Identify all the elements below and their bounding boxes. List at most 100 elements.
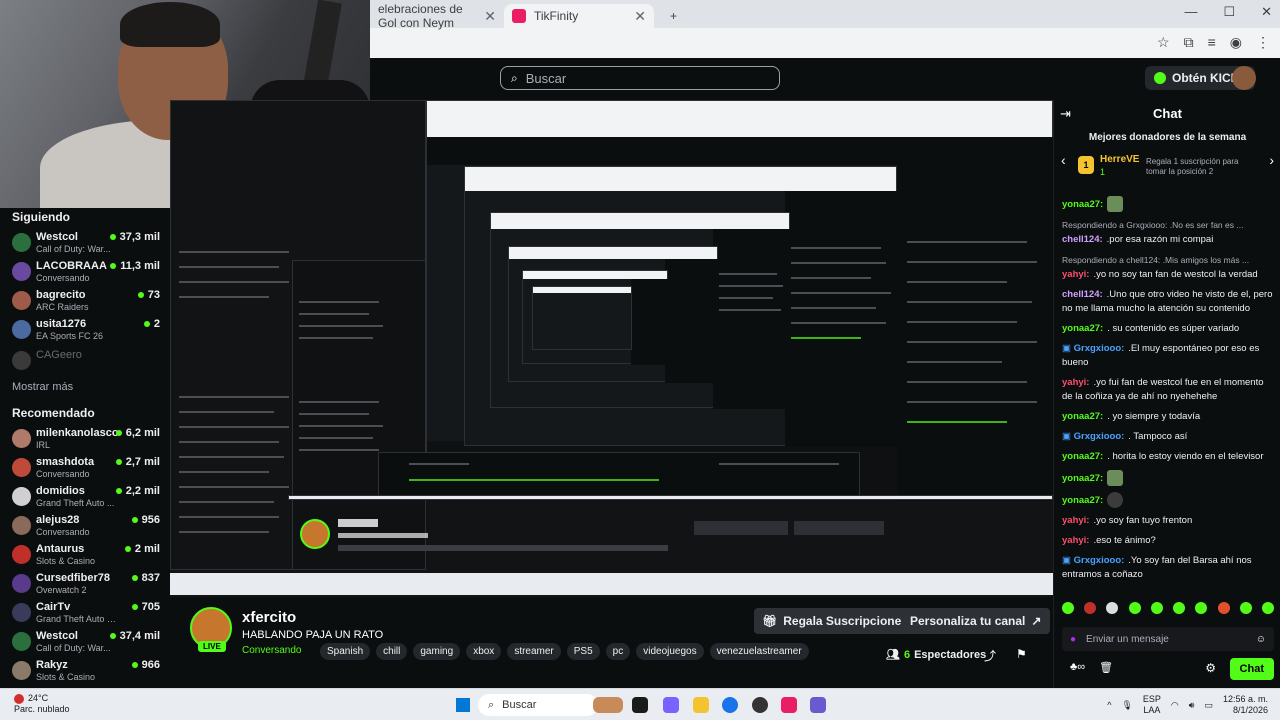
emote-icon[interactable] [1106, 602, 1119, 614]
chat-username[interactable]: Grxgxiooo: [1074, 431, 1125, 442]
sidebar-item-lacobraaa[interactable]: LACOBRAAA Conversando 11,3 mil [0, 258, 170, 287]
windows-start-icon[interactable] [456, 698, 470, 712]
mic-icon[interactable]: ● [1070, 634, 1076, 645]
tag[interactable]: chill [376, 643, 408, 660]
tikfinity-icon[interactable] [781, 697, 797, 713]
tag[interactable]: streamer [507, 643, 561, 660]
channel-name[interactable]: xfercito [242, 609, 296, 626]
clock[interactable]: 12:56 a. m. 8/1/2026 [1223, 694, 1268, 716]
sidebar-item-cageero[interactable]: CAGeero [0, 347, 170, 376]
bookmark-star-icon[interactable]: ☆ [1157, 34, 1170, 51]
chat-username[interactable]: yonaa27: [1062, 199, 1103, 210]
tag[interactable]: xbox [466, 643, 502, 660]
donor-name[interactable]: HerreVE [1100, 154, 1139, 165]
chat-send-button[interactable]: Chat [1229, 658, 1274, 680]
maximize-button[interactable]: ☐ [1223, 4, 1235, 20]
close-window-button[interactable]: ✕ [1261, 4, 1272, 20]
report-icon[interactable]: ⚑ [1016, 647, 1027, 661]
tab-goles[interactable]: elebraciones de Gol con Neym ✕ [370, 2, 504, 30]
chevron-up-icon[interactable]: ^ [1107, 700, 1111, 710]
chat-username[interactable]: chell124: [1062, 234, 1103, 245]
extensions-icon[interactable]: ⧉ [1184, 34, 1194, 51]
users-infinity-icon[interactable]: ♣∞ [1070, 661, 1085, 674]
chat-username[interactable]: yahyi: [1062, 515, 1089, 526]
chat-username[interactable]: Grxgxiooo: [1074, 343, 1125, 354]
stream-category[interactable]: Conversando [242, 645, 301, 656]
sidebar-item-antaurus[interactable]: Antaurus Slots & Casino 2 mil [0, 541, 170, 570]
emote-icon[interactable] [1195, 602, 1208, 614]
close-icon[interactable]: ✕ [634, 8, 646, 25]
chat-username[interactable]: yahyi: [1062, 269, 1089, 280]
chat-username[interactable]: chell124: [1062, 289, 1103, 300]
sidebar-item-cairtv[interactable]: CairTv Grand Theft Auto V (G... 705 [0, 599, 170, 628]
show-more-link[interactable]: Mostrar más [12, 381, 73, 393]
chat-username[interactable]: yonaa27: [1062, 473, 1103, 484]
user-avatar[interactable] [1232, 66, 1256, 90]
emote-icon[interactable] [1239, 602, 1252, 614]
app-icon[interactable] [810, 697, 826, 713]
profile-icon[interactable]: ◉ [1230, 34, 1242, 51]
share-icon[interactable]: ⤴ [984, 647, 996, 664]
chevron-left-icon[interactable]: ‹ [1061, 152, 1066, 168]
chevron-right-icon[interactable]: › [1269, 152, 1274, 168]
wifi-icon[interactable]: ◠ [1171, 700, 1179, 711]
minimize-button[interactable]: — [1184, 4, 1197, 20]
emote-icon[interactable] [1084, 602, 1097, 614]
donor-gift-prompt[interactable]: Regala 1 suscripción para tomar la posic… [1146, 157, 1258, 177]
gear-icon[interactable]: ⚙ [1205, 661, 1216, 675]
menu-icon[interactable]: ⋮ [1256, 34, 1270, 51]
tag[interactable]: pc [605, 643, 631, 660]
sidebar-item-milenkanolasco[interactable]: milenkanolasco IRL 6,2 mil [0, 425, 170, 454]
tag[interactable]: gaming [413, 643, 461, 660]
file-explorer-icon[interactable] [693, 697, 709, 713]
chat-username[interactable]: yahyi: [1062, 377, 1089, 388]
new-tab-button[interactable]: + [662, 4, 686, 28]
battery-icon[interactable]: ▭ [1204, 700, 1213, 711]
mic-icon[interactable]: 🎙︎ [1121, 700, 1132, 711]
tag[interactable]: Spanish [320, 643, 371, 660]
sidebar-item-bagrecito[interactable]: bagrecito ARC Raiders 73 [0, 287, 170, 316]
chat-username[interactable]: yahyi: [1062, 535, 1089, 546]
emoji-icon[interactable]: ☺ [1256, 634, 1266, 645]
sidebar-item-alejus28[interactable]: alejus28 Conversando 956 [0, 512, 170, 541]
customize-channel-button[interactable]: Personaliza tu canal ↗ [901, 608, 1051, 634]
sidebar-item-domidios[interactable]: domidios Grand Theft Auto ... 2,2 mil [0, 483, 170, 512]
emote-icon[interactable] [1150, 602, 1163, 614]
search-input[interactable]: ⌕ Buscar [500, 66, 780, 90]
trash-icon[interactable]: 🗑︎ [1099, 661, 1113, 674]
emote-icon[interactable] [1261, 602, 1274, 614]
chat-message-input[interactable]: ● Enviar un mensaje ☺ [1062, 627, 1274, 651]
close-icon[interactable]: ✕ [484, 8, 496, 25]
obs-icon[interactable] [752, 697, 768, 713]
weather-widget[interactable]: 24°C Parc. nublado [14, 693, 70, 715]
chat-username[interactable]: yonaa27: [1062, 495, 1103, 506]
sidebar-item-westcol[interactable]: Westcol Call of Duty: War... 37,3 mil [0, 229, 170, 258]
copilot-icon[interactable] [663, 697, 679, 713]
emote-icon[interactable] [1173, 602, 1186, 614]
sidebar-item-cursedfiber78[interactable]: Cursedfiber78 Overwatch 2 837 [0, 570, 170, 599]
sidebar-item-usita1276[interactable]: usita1276 EA Sports FC 26 2 [0, 316, 170, 345]
tag[interactable]: venezuelastreamer [709, 643, 809, 660]
emote-icon[interactable] [1062, 602, 1074, 614]
tab-tikfinity[interactable]: TikFinity ✕ [504, 4, 654, 28]
collapse-chat-icon[interactable]: ⇥ [1060, 106, 1071, 122]
emote-icon[interactable] [1217, 602, 1230, 614]
lang-indicator[interactable]: ESP LAA [1143, 694, 1161, 716]
volume-icon[interactable]: 🔊︎ [1189, 700, 1195, 711]
task-view-icon[interactable] [632, 697, 648, 713]
chrome-icon[interactable] [722, 697, 738, 713]
chat-username[interactable]: Grxgxiooo: [1074, 555, 1125, 566]
sidebar-item-smashdota[interactable]: smashdota Conversando 2,7 mil [0, 454, 170, 483]
taskbar-search[interactable]: ⌕ Buscar [478, 694, 598, 716]
sidebar-item-westcol-rec[interactable]: Westcol Call of Duty: War... 37,4 mil [0, 628, 170, 657]
chat-username[interactable]: yonaa27: [1062, 451, 1103, 462]
emote-icon[interactable] [1128, 602, 1141, 614]
sidebar-item-rakyz[interactable]: Rakyz Slots & Casino 966 [0, 657, 170, 686]
gift-subs-button[interactable]: 🎁︎ Regala Suscripciones [754, 608, 916, 634]
media-icon[interactable]: ≡ [1208, 34, 1216, 51]
chat-username[interactable]: yonaa27: [1062, 411, 1103, 422]
taskbar-widget-icon[interactable] [593, 697, 623, 713]
chat-username[interactable]: yonaa27: [1062, 323, 1103, 334]
tag[interactable]: videojuegos [636, 643, 704, 660]
tag[interactable]: PS5 [566, 643, 600, 660]
